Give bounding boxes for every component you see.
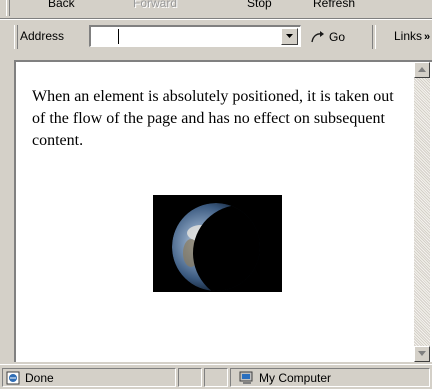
toolbar-grip[interactable] [6,0,10,16]
text-caret [118,29,119,44]
computer-icon [239,371,253,384]
links-label: Links [394,29,423,43]
stop-button[interactable]: Stop [247,0,272,14]
arrow-up-icon [418,67,426,72]
refresh-button[interactable]: Refresh [313,0,355,14]
vertical-scrollbar[interactable] [414,62,430,362]
links-button[interactable]: Links» [394,29,430,43]
chevron-down-icon [286,34,293,38]
address-dropdown-button[interactable] [281,28,298,45]
go-label: Go [329,30,346,44]
address-bar-grip[interactable] [14,25,18,49]
zone-text: My Computer [259,371,332,385]
address-input[interactable] [89,25,301,47]
go-arrow-icon [311,31,324,43]
separator [372,25,376,49]
page-done-icon [6,371,20,385]
go-button[interactable]: Go [310,28,345,46]
address-bar: Address Go Links» [0,19,432,54]
status-text: Done [25,371,54,385]
status-panel-empty [204,368,228,387]
address-label: Address [20,29,65,43]
status-panel-empty [178,368,202,387]
arrow-down-icon [418,351,426,356]
earth-icon [153,195,282,292]
earth-image [153,195,282,292]
zone-panel: My Computer [230,368,430,387]
forward-button[interactable]: Forward [133,0,177,14]
status-bar: Done My Computer [0,364,432,389]
page-content: When an element is absolutely positioned… [16,62,412,362]
scroll-up-button[interactable] [414,62,430,78]
body-paragraph: When an element is absolutely positioned… [32,88,394,149]
status-panel: Done [2,368,176,387]
back-button[interactable]: Back [48,0,75,14]
content-frame: When an element is absolutely positioned… [14,60,432,362]
standard-toolbar: Back Forward Stop Refresh [0,0,432,19]
browser-window: Back Forward Stop Refresh Address Go Lin… [0,0,432,389]
scroll-down-button[interactable] [414,346,430,362]
links-chevron-icon: » [424,31,431,43]
